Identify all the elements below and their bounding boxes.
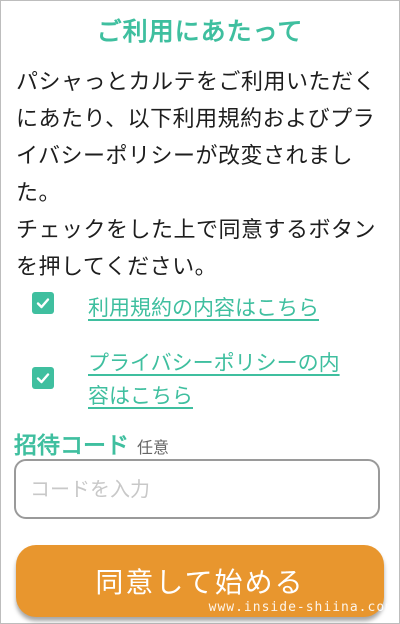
check-icon (36, 298, 50, 309)
invite-code-input[interactable] (16, 461, 360, 517)
terms-agreement-row: 利用規約の内容はこちら (32, 292, 358, 325)
check-icon (36, 373, 50, 384)
terms-checkbox[interactable] (32, 292, 54, 314)
terms-link[interactable]: 利用規約の内容はこちら (88, 292, 358, 325)
watermark: www.inside-shiina.com (208, 600, 394, 615)
optional-tag: 任意 (137, 438, 170, 457)
privacy-policy-link[interactable]: プライバシーポリシーの内容はこちら (88, 347, 358, 413)
invite-code-label-row: 招待コード 任意 (14, 426, 169, 460)
invite-code-field[interactable] (14, 459, 380, 519)
page-title: ご利用にあたって (96, 17, 304, 46)
notice-text: パシャっとカルテをご利用いただくにあたり、以下利用規約およびプライバシーポリシー… (16, 64, 388, 286)
notice-paragraph-1: パシャっとカルテをご利用いただくにあたり、以下利用規約およびプライバシーポリシー… (16, 70, 377, 206)
invite-code-label: 招待コード (14, 433, 129, 459)
privacy-checkbox[interactable] (32, 367, 54, 389)
privacy-agreement-row: プライバシーポリシーの内容はこちら (32, 347, 358, 413)
notice-paragraph-2: チェックをした上で同意するボタンを押してください。 (16, 218, 377, 280)
